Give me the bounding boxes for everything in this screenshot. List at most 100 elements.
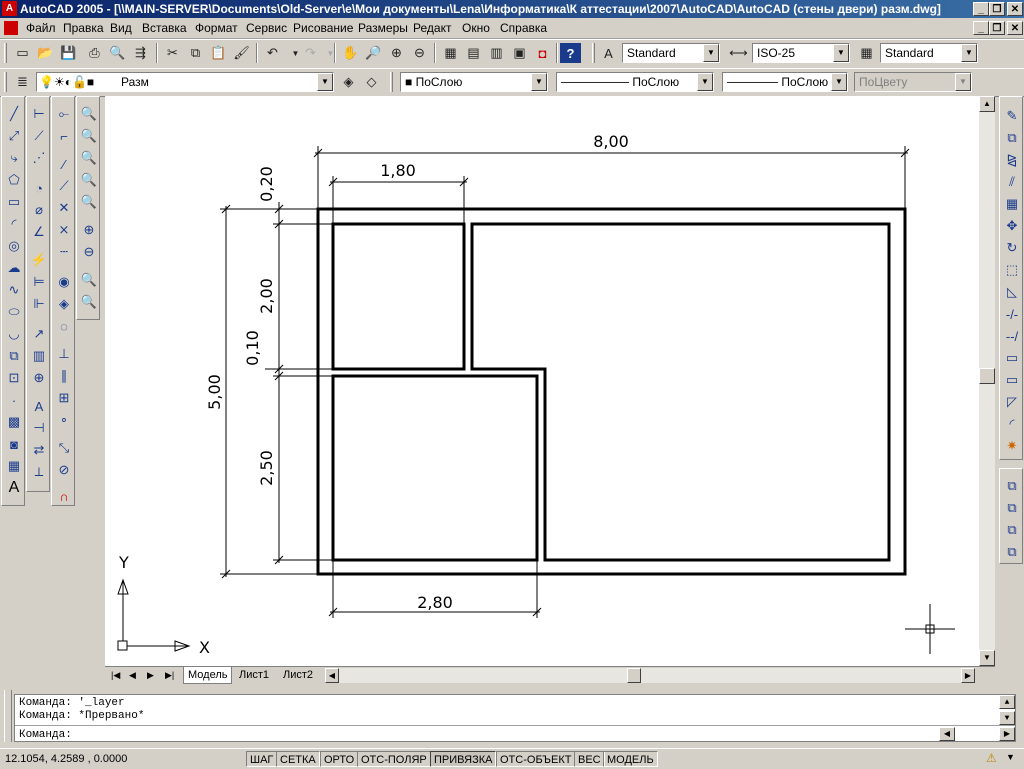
menu-draw[interactable]: Рисование: [293, 21, 353, 35]
markup-icon[interactable]: ◘: [532, 43, 553, 63]
menu-view[interactable]: Вид: [110, 21, 132, 35]
circle-icon[interactable]: ◎: [3, 235, 25, 257]
tool-palettes-icon[interactable]: ▥: [486, 43, 507, 63]
table-style-select[interactable]: Standard ▼: [880, 43, 978, 63]
document-icon[interactable]: [4, 21, 18, 35]
explode-icon[interactable]: ✷: [1001, 435, 1023, 457]
zoom-all-icon[interactable]: 🔍: [78, 269, 100, 291]
spline-icon[interactable]: ∿: [3, 279, 25, 301]
trim-icon[interactable]: -/-: [1001, 303, 1023, 325]
array-icon[interactable]: ▦: [1001, 193, 1023, 215]
hscroll-thumb[interactable]: [627, 668, 641, 683]
sheet-set-icon[interactable]: ▣: [509, 43, 530, 63]
arc-icon[interactable]: ◜: [3, 213, 25, 235]
insert-block-icon[interactable]: ⧉: [3, 345, 25, 367]
menu-modify[interactable]: Редакт: [413, 21, 451, 35]
quick-leader-icon[interactable]: ↗: [28, 323, 50, 345]
chevron-down-icon[interactable]: ▼: [531, 73, 547, 91]
text-style-select[interactable]: Standard ▼: [622, 43, 720, 63]
tolerance-icon[interactable]: ▥: [28, 345, 50, 367]
bring-to-front-icon[interactable]: ⧉: [1001, 475, 1023, 497]
tab-model[interactable]: Модель: [183, 667, 233, 684]
table-style-icon[interactable]: ▦: [856, 43, 877, 63]
menu-edit[interactable]: Правка: [63, 21, 104, 35]
table-icon[interactable]: ▦: [3, 455, 25, 477]
zoom-previous-icon[interactable]: ⊖: [409, 43, 430, 63]
fillet-icon[interactable]: ◜: [1001, 413, 1023, 435]
scale-icon[interactable]: ⬚: [1001, 259, 1023, 281]
cmd-scroll-right-button[interactable]: ▶: [999, 727, 1015, 741]
ordinate-dim-icon[interactable]: ⋰: [28, 147, 50, 169]
rectangle-icon[interactable]: ▭: [3, 191, 25, 213]
menu-file[interactable]: Файл: [26, 21, 56, 35]
toggle-model[interactable]: МОДЕЛЬ: [603, 751, 658, 767]
send-under-icon[interactable]: ⧉: [1001, 541, 1023, 563]
zoom-extents-icon[interactable]: 🔍: [78, 291, 100, 313]
region-icon[interactable]: ◙: [3, 433, 25, 455]
baseline-dim-icon[interactable]: ⊨: [28, 271, 50, 293]
snap-midpoint-icon[interactable]: ⟋: [53, 175, 75, 197]
diameter-dim-icon[interactable]: ⌀: [28, 199, 50, 221]
zoom-realtime-icon[interactable]: 🔎: [363, 43, 384, 63]
plotstyle-select[interactable]: ПоЦвету ▼: [854, 72, 972, 92]
offset-icon[interactable]: ⫽: [1001, 171, 1023, 193]
coordinates-readout[interactable]: 12.1054, 4.2589 , 0.0000: [2, 751, 242, 767]
toggle-otrack[interactable]: ОТС-ОБЪЕКТ: [496, 751, 576, 767]
toggle-polar[interactable]: ОТС-ПОЛЯР: [357, 751, 431, 767]
save-icon[interactable]: 💾: [58, 43, 79, 63]
dim-style-select[interactable]: ISO-25 ▼: [752, 43, 850, 63]
pan-realtime-icon[interactable]: ✋: [340, 43, 361, 63]
zoom-center-icon[interactable]: 🔍: [78, 169, 100, 191]
scroll-down-button[interactable]: ▼: [979, 650, 995, 666]
doc-close-button[interactable]: ✕: [1007, 21, 1023, 35]
drawing-area[interactable]: 8,00 1,80 2,80 0,20 2,00 0,10 2,50 5,00 …: [105, 96, 979, 666]
scroll-up-button[interactable]: ▲: [979, 96, 995, 112]
layer-manager-icon[interactable]: ≣: [12, 72, 33, 92]
toggle-osnap[interactable]: ПРИВЯЗКА: [430, 751, 497, 767]
chevron-down-icon[interactable]: ▼: [955, 73, 971, 91]
communication-center-icon[interactable]: ⚠: [986, 751, 1002, 767]
snap-endpoint-icon[interactable]: ⁄: [53, 153, 75, 175]
lineweight-select[interactable]: ────── ПоСлою ▼: [722, 72, 848, 92]
hatch-icon[interactable]: ▩: [3, 411, 25, 433]
mirror-icon[interactable]: ⧎: [1001, 149, 1023, 171]
drawing-canvas[interactable]: 8,00 1,80 2,80 0,20 2,00 0,10 2,50 5,00 …: [105, 96, 979, 666]
redo-icon[interactable]: ↷: [300, 43, 321, 63]
menu-tools[interactable]: Сервис: [246, 21, 287, 35]
minimize-button[interactable]: _: [973, 2, 989, 16]
publish-icon[interactable]: ⇶: [130, 43, 151, 63]
dim-edit-icon[interactable]: A: [28, 395, 50, 417]
dim-style-manager-icon[interactable]: ⟂: [28, 461, 50, 483]
layer-previous-icon[interactable]: ◇: [361, 72, 382, 92]
cmd-scroll-down-button[interactable]: ▼: [999, 711, 1015, 725]
ellipse-arc-icon[interactable]: ◡: [3, 323, 25, 345]
zoom-window-icon[interactable]: 🔍: [78, 103, 100, 125]
undo-icon[interactable]: ↶: [262, 43, 283, 63]
toolbar-grip[interactable]: [592, 43, 595, 63]
paste-icon[interactable]: 📋: [208, 43, 229, 63]
toggle-grid[interactable]: СЕТКА: [276, 751, 320, 767]
cmd-scroll-up-button[interactable]: ▲: [999, 695, 1015, 709]
tab-layout1[interactable]: Лист1: [235, 667, 273, 683]
scroll-left-button[interactable]: ◀: [325, 668, 339, 683]
polyline-icon[interactable]: ⤷: [3, 147, 25, 169]
toolbar-grip[interactable]: [4, 72, 7, 92]
menu-dimension[interactable]: Размеры: [358, 21, 408, 35]
horizontal-scrollbar[interactable]: ◀ ▶: [325, 668, 975, 683]
toggle-snap[interactable]: ШАГ: [246, 751, 278, 767]
ellipse-icon[interactable]: ⬭: [3, 301, 25, 323]
zoom-in-icon[interactable]: ⊕: [78, 219, 100, 241]
print-icon[interactable]: ⎙: [84, 43, 105, 63]
extend-icon[interactable]: --/: [1001, 325, 1023, 347]
temp-track-icon[interactable]: ⟜: [53, 103, 75, 125]
chamfer-icon[interactable]: ◸: [1001, 391, 1023, 413]
zoom-dynamic-icon[interactable]: 🔍: [78, 125, 100, 147]
design-center-icon[interactable]: ▤: [463, 43, 484, 63]
zoom-window-icon[interactable]: ⊕: [386, 43, 407, 63]
tab-first-button[interactable]: |◀: [107, 667, 124, 683]
center-mark-icon[interactable]: ⊕: [28, 367, 50, 389]
command-window-grip[interactable]: [4, 690, 12, 742]
construction-line-icon[interactable]: ⤢: [3, 125, 25, 147]
break-at-point-icon[interactable]: ▭: [1001, 347, 1023, 369]
toggle-lineweight[interactable]: ВЕС: [574, 751, 605, 767]
